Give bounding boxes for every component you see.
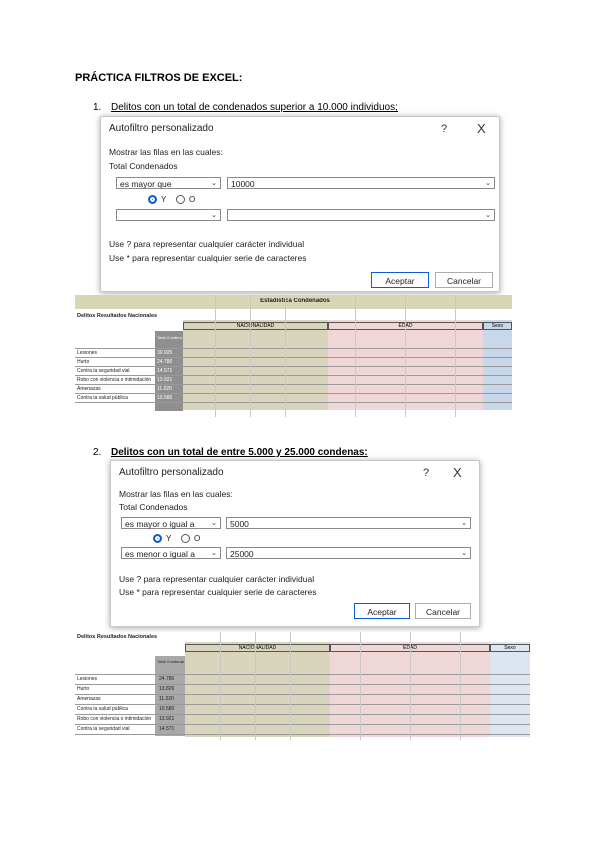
or-label: O	[189, 195, 196, 204]
operator-1-value: es mayor o igual a	[125, 519, 195, 529]
total-header: Total Condenados	[157, 659, 184, 664]
dialog-title: Autofiltro personalizado	[119, 467, 224, 478]
row-label: Amenazas	[77, 386, 101, 392]
row-label: Contra la seguridad vial	[77, 368, 130, 374]
row-label: Lesiones	[77, 676, 98, 682]
close-icon[interactable]: X	[453, 465, 462, 480]
item-1: 1. Delitos con un total de condenados su…	[93, 102, 533, 116]
cancel-button[interactable]: Cancelar	[435, 272, 493, 288]
total-header: Total Condenados	[157, 335, 182, 340]
value-1: 5000	[230, 519, 249, 529]
value-1-combobox[interactable]: 5000 ⌄	[226, 517, 471, 529]
operator-1-select[interactable]: es mayor o igual a ⌄	[121, 517, 221, 529]
and-label: Y	[161, 195, 167, 204]
chevron-down-icon: ⌄	[485, 212, 491, 219]
row-total: 14.571	[159, 726, 175, 732]
chevron-down-icon: ⌄	[211, 550, 217, 557]
row-total: 11.020	[159, 696, 174, 702]
or-radio[interactable]	[181, 534, 190, 543]
operator-2-select[interactable]: ⌄	[116, 209, 221, 221]
row-label: Contra la seguridad vial	[77, 726, 130, 732]
item-1-number: 1.	[93, 102, 102, 113]
group-nacionalidad: NACIONALIDAD	[183, 322, 328, 330]
accept-button[interactable]: Aceptar	[371, 272, 429, 288]
row-label: Hurto	[77, 359, 90, 365]
spreadsheet-2: Delitos Resultados Nacionales NACIONALID…	[75, 632, 530, 740]
value-2-combobox[interactable]: ⌄	[227, 209, 495, 221]
help-icon[interactable]: ?	[423, 467, 429, 479]
row-label: Robo con violencia o intimidación	[77, 716, 152, 722]
row-total: 14.571	[157, 368, 173, 374]
chevron-down-icon: ⌄	[211, 520, 217, 527]
show-rows-label: Mostrar las filas en las cuales:	[119, 489, 233, 499]
row-total: 13.921	[157, 377, 173, 383]
hint-single-char: Use ? para representar cualquier carácte…	[119, 574, 315, 584]
row-total: 30.925	[157, 350, 173, 356]
dialog-title: Autofiltro personalizado	[109, 123, 214, 134]
spreadsheet-1: Estadística Condenados Delitos Resultado…	[75, 295, 512, 417]
and-radio[interactable]	[153, 534, 162, 543]
accept-button[interactable]: Aceptar	[354, 603, 410, 619]
operator-1-select[interactable]: es mayor que ⌄	[116, 177, 221, 189]
sheet-subtitle: Delitos Resultados Nacionales	[77, 313, 158, 319]
sheet-banner-title: Estadística Condenados	[260, 298, 330, 304]
item-1-text: Delitos con un total de condenados super…	[111, 102, 398, 113]
item-2-text: Delitos con un total de entre 5.000 y 25…	[111, 447, 368, 458]
operator-2-select[interactable]: es menor o igual a ⌄	[121, 547, 221, 559]
row-total: 24.780	[159, 676, 175, 682]
row-label: Hurto	[77, 686, 90, 692]
chevron-down-icon: ⌄	[461, 550, 467, 557]
row-total: 10.580	[159, 706, 175, 712]
field-label: Total Condenados	[119, 502, 188, 512]
cancel-button[interactable]: Cancelar	[415, 603, 471, 619]
row-total: 13.826	[159, 686, 175, 692]
chevron-down-icon: ⌄	[461, 520, 467, 527]
and-radio[interactable]	[148, 195, 157, 204]
row-label: Amenazas	[77, 696, 101, 702]
group-sexo: Sexo	[483, 322, 512, 330]
group-nacionalidad: NACIONALIDAD	[185, 644, 330, 652]
value-1: 10000	[231, 179, 255, 189]
and-label: Y	[166, 534, 172, 543]
group-sexo: Sexo	[490, 644, 530, 652]
chevron-down-icon: ⌄	[211, 180, 217, 187]
field-label: Total Condenados	[109, 161, 178, 171]
custom-autofilter-dialog-1: Autofiltro personalizado ? X Mostrar las…	[100, 116, 500, 292]
sheet-subtitle: Delitos Resultados Nacionales	[77, 634, 158, 640]
chevron-down-icon: ⌄	[211, 212, 217, 219]
hint-single-char: Use ? para representar cualquier carácte…	[109, 239, 305, 249]
row-label: Lesiones	[77, 350, 98, 356]
document-title: PRÁCTICA FILTROS DE EXCEL:	[75, 72, 243, 84]
row-total: 13.921	[159, 716, 175, 722]
close-icon[interactable]: X	[477, 121, 486, 136]
value-1-combobox[interactable]: 10000 ⌄	[227, 177, 495, 189]
help-icon[interactable]: ?	[441, 123, 447, 135]
item-2: 2. Delitos con un total de entre 5.000 y…	[93, 447, 533, 461]
row-total: 10.580	[157, 395, 173, 401]
or-radio[interactable]	[176, 195, 185, 204]
row-total: 11.020	[157, 386, 172, 392]
row-label: Robo con violencia o intimidación	[77, 377, 152, 383]
chevron-down-icon: ⌄	[485, 180, 491, 187]
hint-multi-char: Use * para representar cualquier serie d…	[109, 253, 307, 263]
value-2: 25000	[230, 549, 254, 559]
operator-2-value: es menor o igual a	[125, 549, 195, 559]
operator-1-value: es mayor que	[120, 179, 172, 189]
custom-autofilter-dialog-2: Autofiltro personalizado ? X Mostrar las…	[110, 460, 480, 627]
row-total: 24.780	[157, 359, 173, 365]
row-label: Contra la salud pública	[77, 706, 128, 712]
hint-multi-char: Use * para representar cualquier serie d…	[119, 587, 317, 597]
value-2-combobox[interactable]: 25000 ⌄	[226, 547, 471, 559]
show-rows-label: Mostrar las filas en las cuales:	[109, 147, 223, 157]
row-label: Contra la salud pública	[77, 395, 128, 401]
or-label: O	[194, 534, 201, 543]
item-2-number: 2.	[93, 447, 102, 458]
